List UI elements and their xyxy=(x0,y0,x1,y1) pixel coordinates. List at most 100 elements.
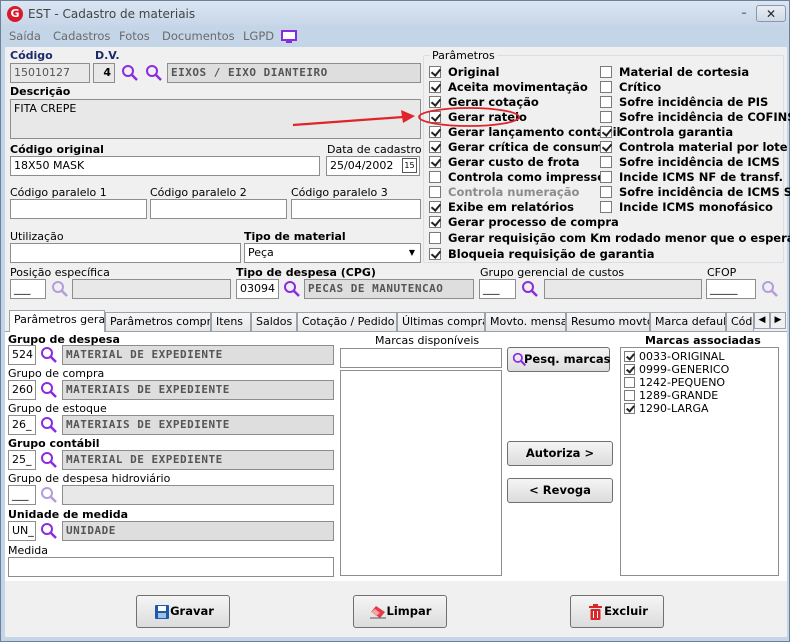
tab-marca-default[interactable]: Marca default xyxy=(650,312,726,331)
search-cfop-icon[interactable] xyxy=(761,280,779,298)
param-checkbox-label: Incide ICMS NF de transf. xyxy=(619,170,783,184)
grupo-contabil-input[interactable]: 25_ xyxy=(8,450,36,470)
pesq-marcas-button[interactable]: Pesq. marcas xyxy=(507,347,611,372)
checkbox-icon[interactable] xyxy=(600,201,612,213)
grupo-estoque-desc: MATERIAIS DE EXPEDIENTE xyxy=(62,415,334,435)
checkbox-icon[interactable] xyxy=(624,351,635,362)
checkbox-icon[interactable] xyxy=(429,171,441,183)
cfop-input[interactable]: _____ xyxy=(706,279,756,299)
checkbox-icon[interactable] xyxy=(600,171,612,183)
menu-fotos[interactable]: Fotos xyxy=(119,29,150,43)
tab-codigos[interactable]: Códi xyxy=(726,312,754,331)
calendar-icon[interactable]: 15 xyxy=(402,158,417,173)
search-grupo-hidro-icon[interactable] xyxy=(40,486,58,504)
search-grupo-contabil-icon[interactable] xyxy=(40,451,58,469)
grupo-contabil-desc: MATERIAL DE EXPEDIENTE xyxy=(62,450,334,470)
menu-cadastros[interactable]: Cadastros xyxy=(53,29,110,43)
limpar-button[interactable]: Limpar xyxy=(353,595,447,628)
checkbox-icon[interactable] xyxy=(429,248,441,260)
checkbox-icon[interactable] xyxy=(429,232,441,244)
dv-input[interactable]: 4 xyxy=(93,63,115,83)
tab-cotacao-pedido[interactable]: Cotação / Pedido xyxy=(297,312,397,331)
tipo-material-select[interactable]: Peça xyxy=(244,243,421,263)
tab-scroll-left-icon[interactable]: ◀ xyxy=(754,312,770,329)
grupo-hidro-input[interactable]: ___ xyxy=(8,485,36,505)
marcas-filter-input[interactable] xyxy=(340,348,502,368)
grupo-compra-input[interactable]: 260 xyxy=(8,380,36,400)
search-tipo-despesa-icon[interactable] xyxy=(283,280,301,298)
search-group-icon[interactable] xyxy=(145,64,163,82)
tab-scroll-right-icon[interactable]: ▶ xyxy=(770,312,786,329)
checkbox-icon[interactable] xyxy=(600,81,612,93)
utilizacao-input[interactable] xyxy=(10,243,241,263)
unidade-input[interactable]: UN_ xyxy=(8,521,36,541)
cp2-label: Código paralelo 2 xyxy=(150,186,247,199)
checkbox-icon[interactable] xyxy=(600,156,612,168)
marcas-associadas-list[interactable]: 0033-ORIGINAL 0999-GENERICO 1242-PEQUENO 12… xyxy=(620,347,779,576)
chevron-down-icon[interactable]: ▼ xyxy=(405,245,419,261)
checkbox-icon[interactable] xyxy=(600,96,612,108)
excluir-button[interactable]: Excluir xyxy=(570,595,664,628)
tab-ultimas-compras[interactable]: Últimas compras xyxy=(397,312,485,331)
cp1-input[interactable] xyxy=(10,199,147,219)
checkbox-icon[interactable] xyxy=(429,66,441,78)
checkbox-icon[interactable] xyxy=(624,377,635,388)
param-checkbox-label: Gerar requisição com Km rodado menor que… xyxy=(448,231,790,245)
tab-resumo-movto[interactable]: Resumo movto. xyxy=(566,312,650,331)
tab-parametros-compras[interactable]: Parâmetros compras xyxy=(105,312,211,331)
posicao-input[interactable]: ___ xyxy=(10,279,46,299)
param-checkbox-label: Original xyxy=(448,65,500,79)
tab-saldos[interactable]: Saldos xyxy=(251,312,297,331)
close-button[interactable]: ✕ xyxy=(756,5,786,22)
title-bar[interactable]: G EST - Cadastro de materiais – ✕ xyxy=(1,1,789,27)
menu-documentos[interactable]: Documentos xyxy=(162,29,235,43)
grupo-estoque-input[interactable]: 26_ xyxy=(8,415,36,435)
revoga-button[interactable]: < Revoga xyxy=(507,478,613,503)
checkbox-icon[interactable] xyxy=(600,126,612,138)
grupo-hidro-label: Grupo de despesa hidroviário xyxy=(8,472,171,485)
menu-lgpd[interactable]: LGPD xyxy=(243,29,274,43)
search-grupo-compra-icon[interactable] xyxy=(40,381,58,399)
grupo-despesa-input[interactable]: 524 xyxy=(8,345,36,365)
checkbox-icon[interactable] xyxy=(600,66,612,78)
eraser-icon xyxy=(370,606,386,619)
checkbox-icon[interactable] xyxy=(600,186,612,198)
tab-movto-mensal[interactable]: Movto. mensal xyxy=(485,312,566,331)
checkbox-icon[interactable] xyxy=(429,186,441,198)
checkbox-icon[interactable] xyxy=(624,390,635,401)
search-icon[interactable] xyxy=(121,64,139,82)
grupo-contabil-label: Grupo contábil xyxy=(8,437,100,450)
tab-panel-parametros-gerais: Grupo de despesa 524 MATERIAL DE EXPEDIE… xyxy=(5,331,787,581)
checkbox-icon[interactable] xyxy=(429,216,441,228)
medida-input[interactable] xyxy=(8,557,334,577)
autoriza-button[interactable]: Autoriza > xyxy=(507,441,613,466)
marcas-disponiveis-list[interactable] xyxy=(340,370,502,576)
checkbox-icon[interactable] xyxy=(429,81,441,93)
search-grupo-estoque-icon[interactable] xyxy=(40,416,58,434)
search-grupo-ger-icon[interactable] xyxy=(521,280,539,298)
checkbox-icon[interactable] xyxy=(429,156,441,168)
checkbox-icon[interactable] xyxy=(429,201,441,213)
minimize-button[interactable]: – xyxy=(733,5,755,22)
checkbox-icon[interactable] xyxy=(600,141,612,153)
codigo-original-input[interactable]: 18X50 MASK xyxy=(10,156,320,176)
checkbox-icon[interactable] xyxy=(624,403,635,414)
menu-saida[interactable]: Saída xyxy=(9,29,41,43)
tab-itens[interactable]: Itens xyxy=(211,312,251,331)
tab-parametros-gerais[interactable]: Parâmetros gerais xyxy=(9,310,105,332)
codigo-input[interactable]: 15010127 xyxy=(10,63,90,83)
cp2-input[interactable] xyxy=(150,199,287,219)
tipo-despesa-input[interactable]: 03094 xyxy=(236,279,279,299)
search-grupo-despesa-icon[interactable] xyxy=(40,346,58,364)
checkbox-icon[interactable] xyxy=(429,141,441,153)
checkbox-icon[interactable] xyxy=(624,364,635,375)
tab-strip: Parâmetros gerais Parâmetros compras Ite… xyxy=(9,310,786,332)
cp3-input[interactable] xyxy=(291,199,421,219)
descricao-label: Descrição xyxy=(10,85,71,98)
checkbox-icon[interactable] xyxy=(600,111,612,123)
grupo-ger-input[interactable]: ___ xyxy=(479,279,516,299)
search-posicao-icon[interactable] xyxy=(51,280,69,298)
monitor-icon[interactable] xyxy=(281,30,297,43)
gravar-button[interactable]: Gravar xyxy=(136,595,230,628)
search-unidade-icon[interactable] xyxy=(40,522,58,540)
